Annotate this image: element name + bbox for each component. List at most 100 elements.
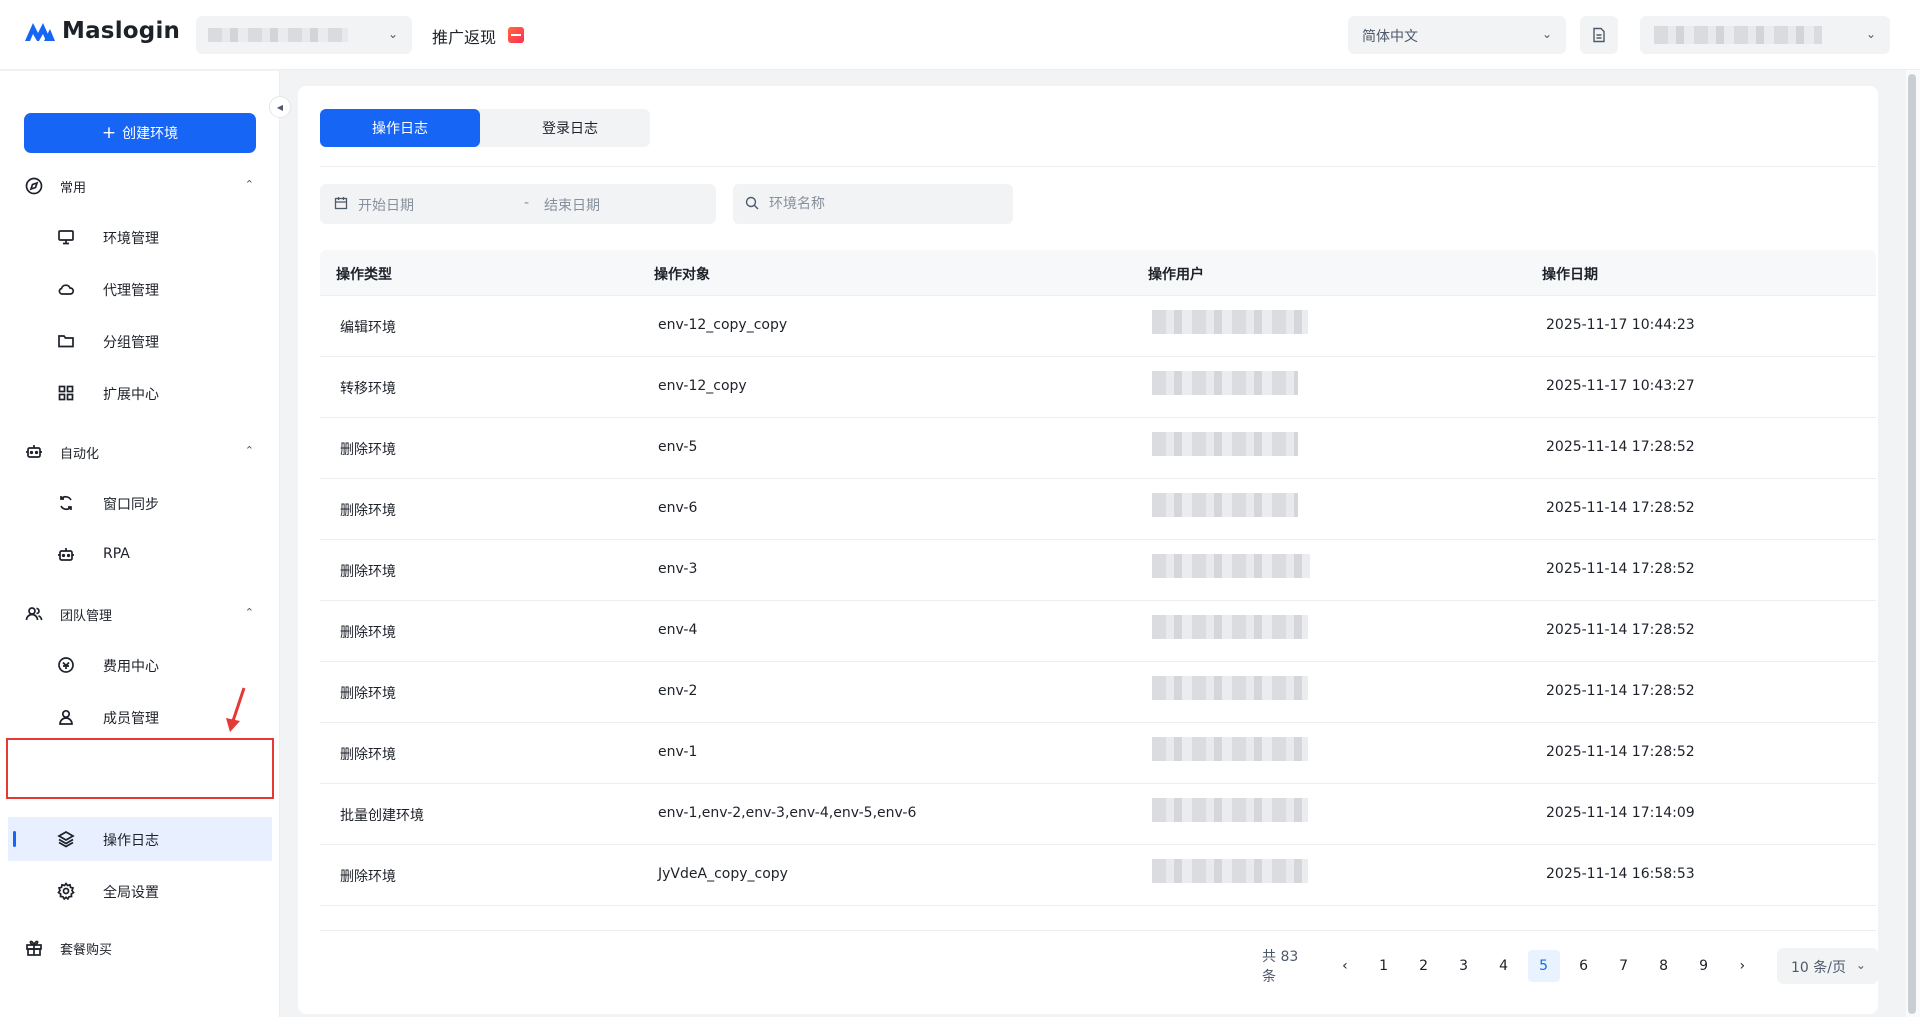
redacted-operation-user xyxy=(1152,859,1308,883)
search-icon xyxy=(745,196,759,210)
promo-link[interactable]: 推广返现 xyxy=(432,24,496,48)
pagination-next-button[interactable]: › xyxy=(1728,950,1757,982)
table-row: 删除环境 env-5 2025-11-14 17:28:52 xyxy=(320,418,1876,479)
operation-type-cell: 删除环境 xyxy=(340,686,396,702)
log-tabs: 操作日志 登录日志 xyxy=(320,109,650,147)
language-selector[interactable]: 简体中文 ⌄ xyxy=(1348,16,1566,54)
date-separator: - xyxy=(524,195,530,211)
pagination-total: 共 83 条 xyxy=(1262,949,1299,985)
gear-icon xyxy=(56,881,76,901)
start-date-input[interactable]: 开始日期 xyxy=(358,195,414,215)
page-size-selector[interactable]: 10 条/页 ⌄ xyxy=(1776,948,1878,984)
sidebar-item-window-sync[interactable]: 窗口同步 xyxy=(8,481,272,525)
operation-type-cell: 删除环境 xyxy=(340,503,396,519)
operation-target-cell: JyVdeA_copy_copy xyxy=(658,866,788,882)
pagination-prev-button[interactable]: ‹ xyxy=(1330,950,1359,982)
sidebar-item-environments[interactable]: 环境管理 xyxy=(8,215,272,259)
tab-login-log[interactable]: 登录日志 xyxy=(490,109,650,147)
table-row: 删除环境 env-2 2025-11-14 17:28:52 xyxy=(320,662,1876,723)
sidebar-item-label: 分组管理 xyxy=(103,335,159,351)
pagination-page-button[interactable]: 3 xyxy=(1448,950,1480,982)
sidebar-item-global-settings[interactable]: 全局设置 xyxy=(8,869,272,913)
sidebar-item-operation-log[interactable]: 操作日志 xyxy=(8,817,272,861)
pagination: 共 83 条 ‹ 123456789 › 10 条/页 ⌄ xyxy=(1262,948,1878,985)
redacted-operation-user xyxy=(1152,554,1310,578)
tab-operation-log[interactable]: 操作日志 xyxy=(320,109,480,147)
table-row: 删除环境 env-4 2025-11-14 17:28:52 xyxy=(320,601,1876,662)
sidebar-item-extensions[interactable]: 扩展中心 xyxy=(8,371,272,415)
pagination-page-button[interactable]: 7 xyxy=(1608,950,1640,982)
date-range-picker[interactable]: 开始日期 - 结束日期 xyxy=(320,184,716,224)
document-button[interactable] xyxy=(1580,16,1618,54)
sidebar-item-label: 代理管理 xyxy=(103,283,159,299)
page-size-label: 10 条/页 xyxy=(1790,960,1846,976)
top-header: Maslogin ⌄ 推广返现 简体中文 ⌄ ⌄ xyxy=(0,0,1920,70)
nav-group-label: 常用 xyxy=(60,180,87,196)
package-purchase-label: 套餐购买 xyxy=(60,942,113,958)
user-selector[interactable]: ⌄ xyxy=(1640,16,1890,54)
operation-date-cell: 2025-11-14 17:28:52 xyxy=(1546,622,1695,638)
annotation-highlight-box xyxy=(6,738,274,799)
sidebar-item-label: 扩展中心 xyxy=(103,387,159,403)
scrollbar-thumb[interactable] xyxy=(1908,74,1916,1014)
operation-type-cell: 删除环境 xyxy=(340,747,396,763)
chevron-up-icon[interactable]: ⌃ xyxy=(245,178,254,191)
column-header-date: 操作日期 xyxy=(1542,267,1598,283)
nav-group-label: 自动化 xyxy=(60,446,100,462)
sidebar-item-label: 窗口同步 xyxy=(103,497,159,513)
column-header-target: 操作对象 xyxy=(654,267,710,283)
document-icon xyxy=(1593,27,1605,43)
chevron-up-icon[interactable]: ⌃ xyxy=(245,606,254,619)
pagination-page-button[interactable]: 4 xyxy=(1488,950,1520,982)
nav-group-team[interactable]: 团队管理 ⌃ xyxy=(24,599,256,629)
divider xyxy=(320,166,1876,167)
column-header-user: 操作用户 xyxy=(1148,267,1204,283)
end-date-input[interactable]: 结束日期 xyxy=(544,195,600,215)
coins-icon xyxy=(56,655,76,675)
sidebar-item-billing[interactable]: 费用中心 xyxy=(8,643,272,687)
redacted-operation-user xyxy=(1152,615,1308,639)
app-logo[interactable]: Maslogin xyxy=(24,18,180,44)
pagination-page-button[interactable]: 8 xyxy=(1648,950,1680,982)
operation-date-cell: 2025-11-14 17:28:52 xyxy=(1546,439,1695,455)
chevron-up-icon[interactable]: ⌃ xyxy=(245,444,254,457)
create-environment-label: 创建环境 xyxy=(122,126,179,142)
pagination-pages: 123456789 xyxy=(1364,950,1724,982)
redacted-operation-user xyxy=(1152,798,1308,822)
sidebar-item-label: 全局设置 xyxy=(103,885,159,901)
pagination-page-button[interactable]: 6 xyxy=(1568,950,1600,982)
table-row: 删除环境 env-1 2025-11-14 17:28:52 xyxy=(320,723,1876,784)
pagination-page-button[interactable]: 2 xyxy=(1408,950,1440,982)
table-row: 删除环境 env-3 2025-11-14 17:28:52 xyxy=(320,540,1876,601)
sidebar-item-rpa[interactable]: RPA xyxy=(8,533,272,577)
caret-left-icon: ◀ xyxy=(276,102,284,112)
sidebar-item-label: 环境管理 xyxy=(103,231,159,247)
team-selector[interactable]: ⌄ xyxy=(196,16,412,54)
sidebar-item-label: 成员管理 xyxy=(103,711,159,727)
operation-type-cell: 批量创建环境 xyxy=(340,808,424,824)
pagination-page-button[interactable]: 1 xyxy=(1368,950,1400,982)
nav-group-common[interactable]: 常用 ⌃ xyxy=(24,171,256,201)
sidebar-item-proxies[interactable]: 代理管理 xyxy=(8,267,272,311)
operation-target-cell: env-6 xyxy=(658,500,698,516)
compass-icon xyxy=(24,176,44,196)
operation-target-cell: env-4 xyxy=(658,622,698,638)
gift-icon[interactable] xyxy=(508,27,524,43)
pagination-page-button[interactable]: 5 xyxy=(1527,950,1560,982)
sidebar-item-label: 费用中心 xyxy=(103,659,159,675)
environment-search[interactable] xyxy=(733,184,1013,224)
folder-icon xyxy=(56,331,76,351)
create-environment-button[interactable]: + 创建环境 xyxy=(24,113,256,153)
redacted-operation-user xyxy=(1152,493,1298,517)
operation-date-cell: 2025-11-14 17:28:52 xyxy=(1546,561,1695,577)
redacted-operation-user xyxy=(1152,310,1308,334)
sidebar-item-groups[interactable]: 分组管理 xyxy=(8,319,272,363)
table-body: 编辑环境 env-12_copy_copy 2025-11-17 10:44:23 转… xyxy=(320,296,1876,906)
environment-search-input[interactable] xyxy=(769,184,999,224)
pagination-page-button[interactable]: 9 xyxy=(1688,950,1720,982)
redacted-operation-user xyxy=(1152,737,1308,761)
nav-group-automation[interactable]: 自动化 ⌃ xyxy=(24,437,256,467)
sidebar-collapse-button[interactable]: ◀ xyxy=(269,96,291,118)
sidebar-item-package-purchase[interactable]: 套餐购买 xyxy=(24,933,256,963)
operation-target-cell: env-2 xyxy=(658,683,698,699)
